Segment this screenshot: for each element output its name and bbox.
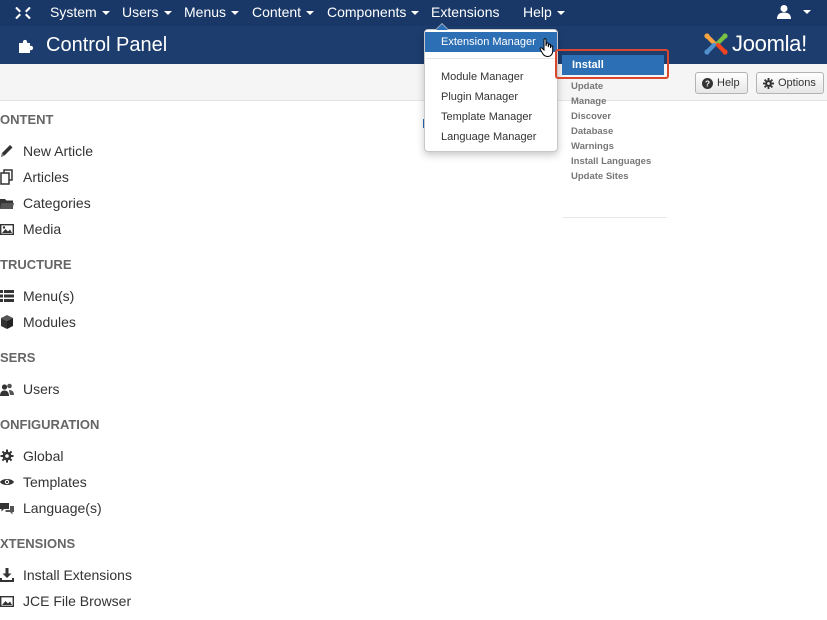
- users-icon: [0, 383, 14, 396]
- sidebar-item-label: Users: [23, 381, 60, 397]
- menu-users-label: Users: [122, 4, 159, 20]
- chevron-down-icon: [411, 11, 420, 16]
- sidebar-item-label: Install Extensions: [23, 567, 132, 583]
- menu-menus-label: Menus: [184, 4, 227, 20]
- section-configuration-title: ONFIGURATION: [0, 417, 100, 432]
- submenu-item-update[interactable]: Update: [571, 81, 603, 92]
- eye-icon: [0, 479, 14, 485]
- menu-item-plugin-manager[interactable]: Plugin Manager: [425, 87, 557, 107]
- section-extensions-title: XTENSIONS: [0, 536, 76, 551]
- puzzle-icon: [19, 39, 34, 53]
- submenu-item-install-languages[interactable]: Install Languages: [571, 156, 651, 167]
- sidebar-item-label: Articles: [23, 169, 69, 185]
- sidebar-item-label: Menu(s): [23, 288, 75, 304]
- toolbar: ? Help Options: [0, 64, 827, 101]
- joomla-brand-text: Joomla!: [732, 31, 807, 56]
- chevron-down-icon: [231, 11, 240, 16]
- chevron-down-icon: [803, 10, 811, 15]
- copy-icon: [0, 169, 13, 185]
- help-button[interactable]: ? Help: [695, 72, 748, 94]
- menu-content[interactable]: Content: [252, 0, 315, 26]
- image-icon: [0, 224, 14, 236]
- gear-icon: [763, 77, 774, 89]
- sidebar-item-label: JCE File Browser: [23, 593, 132, 609]
- chevron-down-icon: [306, 11, 315, 16]
- joomla-x-icon[interactable]: [14, 4, 32, 22]
- options-button-label: Options: [778, 77, 816, 89]
- menu-help[interactable]: Help: [523, 0, 565, 26]
- joomla-logo: Joomla!: [703, 29, 807, 59]
- question-icon: ?: [702, 77, 713, 89]
- page-header: Control Panel Joomla!: [0, 26, 827, 64]
- options-button[interactable]: Options: [756, 72, 824, 94]
- menu-help-label: Help: [523, 4, 552, 20]
- help-button-label: Help: [717, 77, 740, 89]
- menu-components[interactable]: Components: [327, 0, 420, 26]
- download-icon: [0, 568, 14, 582]
- menu-extensions-label: Extensions: [431, 4, 500, 20]
- image-icon: [0, 596, 14, 608]
- sidebar-item-label: Media: [23, 221, 62, 237]
- hand-cursor-icon: [539, 38, 554, 58]
- folder-icon: [0, 199, 14, 209]
- section-structure-title: TRUCTURE: [0, 257, 72, 272]
- sidebar-item-label: Global: [23, 448, 64, 464]
- svg-text:?: ?: [705, 79, 710, 88]
- chevron-down-icon: [556, 11, 565, 16]
- submenu-item-database[interactable]: Database: [571, 126, 613, 137]
- menu-item-module-manager[interactable]: Module Manager: [425, 67, 557, 87]
- joomla-logo-icon: [704, 33, 728, 55]
- sidebar-item-label: Modules: [23, 314, 76, 330]
- page-title: Control Panel: [46, 34, 168, 56]
- section-users-title: SERS: [0, 350, 36, 365]
- menu-content-label: Content: [252, 4, 302, 20]
- submenu-item-warnings[interactable]: Warnings: [571, 141, 614, 152]
- gear-icon: [0, 449, 14, 463]
- submenu-item-update-sites[interactable]: Update Sites: [571, 171, 629, 182]
- dropdown-arrow-inner: [436, 24, 448, 30]
- menu-menus[interactable]: Menus: [184, 0, 240, 26]
- sidebar-item-label: New Article: [23, 143, 94, 159]
- sidebar-item-label: Language(s): [23, 500, 102, 516]
- menu-users[interactable]: Users: [122, 0, 172, 26]
- callout-highlight: [555, 49, 669, 79]
- menu-system-label: System: [50, 4, 97, 20]
- comments-icon: [0, 503, 14, 515]
- menu-item-language-manager[interactable]: Language Manager: [425, 127, 557, 147]
- menu-item-extension-manager[interactable]: Extension Manager: [425, 32, 557, 52]
- chevron-down-icon: [101, 11, 110, 16]
- top-navbar: System Users Menus Content Components Ex…: [0, 0, 827, 26]
- pencil-icon: [1, 145, 13, 157]
- extensions-dropdown: Extension Manager Module Manager Plugin …: [424, 23, 558, 152]
- user-menu[interactable]: [777, 3, 811, 23]
- list-icon: [0, 290, 14, 302]
- sidebar-item-label: Templates: [23, 474, 87, 490]
- submenu-item-manage[interactable]: Manage: [571, 96, 606, 107]
- dropdown-divider: [426, 58, 556, 59]
- user-icon: [777, 5, 792, 20]
- menu-item-template-manager[interactable]: Template Manager: [425, 107, 557, 127]
- menu-system[interactable]: System: [50, 0, 110, 26]
- menu-components-label: Components: [327, 4, 407, 20]
- section-content-title: ONTENT: [0, 112, 54, 127]
- cube-icon: [1, 315, 13, 329]
- sidebar-item-label: Categories: [23, 195, 91, 211]
- chevron-down-icon: [163, 11, 172, 16]
- submenu-item-discover[interactable]: Discover: [571, 111, 611, 122]
- divider: [563, 217, 667, 218]
